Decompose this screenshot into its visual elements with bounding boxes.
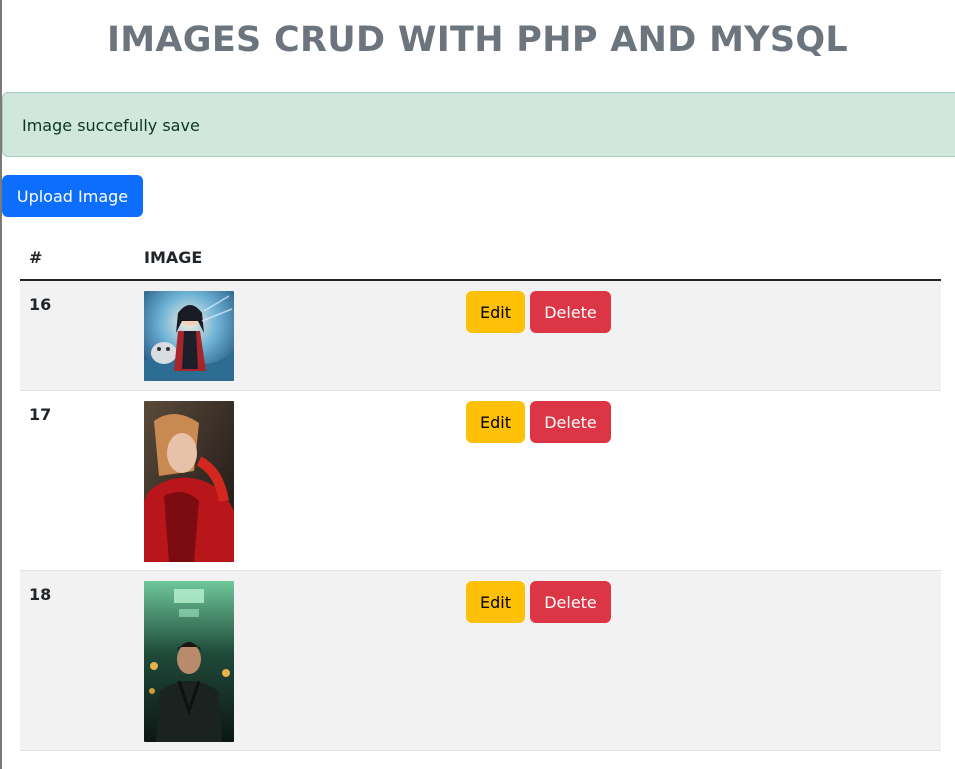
table-header: # IMAGE [20, 236, 941, 281]
page-title: IMAGES CRUD WITH PHP AND MYSQL [106, 20, 849, 60]
anime-girl-image [144, 291, 234, 381]
table-row: 17 Edit Delete [20, 391, 941, 571]
row-actions: Edit Delete [466, 401, 611, 443]
woman-red-jacket-image [144, 401, 234, 562]
delete-button[interactable]: Delete [530, 581, 611, 623]
images-table: # IMAGE 16 Edit Delete 17 Edit Delete 18… [20, 236, 941, 751]
man-green-corridor-image [144, 581, 234, 742]
row-image-thumbnail [144, 581, 234, 742]
edit-button[interactable]: Edit [466, 401, 525, 443]
row-actions: Edit Delete [466, 291, 611, 333]
row-id: 16 [29, 295, 52, 314]
row-image-thumbnail [144, 401, 234, 562]
row-actions: Edit Delete [466, 581, 611, 623]
table-row: 16 Edit Delete [20, 281, 941, 391]
row-image-thumbnail [144, 291, 234, 381]
delete-button[interactable]: Delete [530, 401, 611, 443]
column-header-id: # [29, 248, 43, 267]
upload-image-button[interactable]: Upload Image [2, 175, 143, 217]
edit-button[interactable]: Edit [466, 291, 525, 333]
row-id: 17 [29, 405, 52, 424]
alert-message: Image succefully save [22, 116, 200, 135]
success-alert: Image succefully save [2, 92, 955, 157]
row-id: 18 [29, 585, 52, 604]
edit-button[interactable]: Edit [466, 581, 525, 623]
delete-button[interactable]: Delete [530, 291, 611, 333]
column-header-image: IMAGE [144, 248, 203, 267]
table-row: 18 Edit Delete [20, 571, 941, 751]
